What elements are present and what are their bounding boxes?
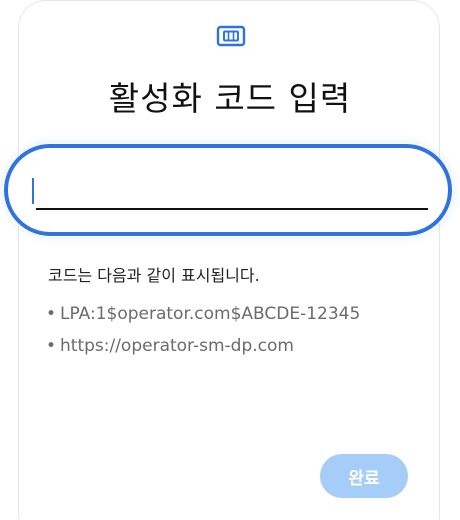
bullet-icon: • <box>46 304 57 324</box>
done-button[interactable]: 완료 <box>320 454 408 498</box>
format-example-item: • LPA:1$operator.com$ABCDE-12345 <box>46 298 360 330</box>
sim-card-icon <box>216 25 246 47</box>
format-example-text: https://operator-sm-dp.com <box>60 336 294 356</box>
page-title: 활성화 코드 입력 <box>108 79 352 118</box>
activation-code-screen: 활성화 코드 입력 코드는 다음과 같이 표시됩니다. • LPA:1$opera… <box>0 0 460 520</box>
text-cursor <box>32 178 34 204</box>
bullet-icon: • <box>46 336 57 356</box>
format-examples-list: • LPA:1$operator.com$ABCDE-12345 • https:/… <box>46 298 360 362</box>
format-example-text: LPA:1$operator.com$ABCDE-12345 <box>60 304 361 324</box>
activation-code-input[interactable] <box>36 170 428 210</box>
format-example-item: • https://operator-sm-dp.com <box>46 330 360 362</box>
activation-code-field[interactable] <box>4 144 452 236</box>
format-hint: 코드는 다음과 같이 표시됩니다. <box>48 266 260 285</box>
